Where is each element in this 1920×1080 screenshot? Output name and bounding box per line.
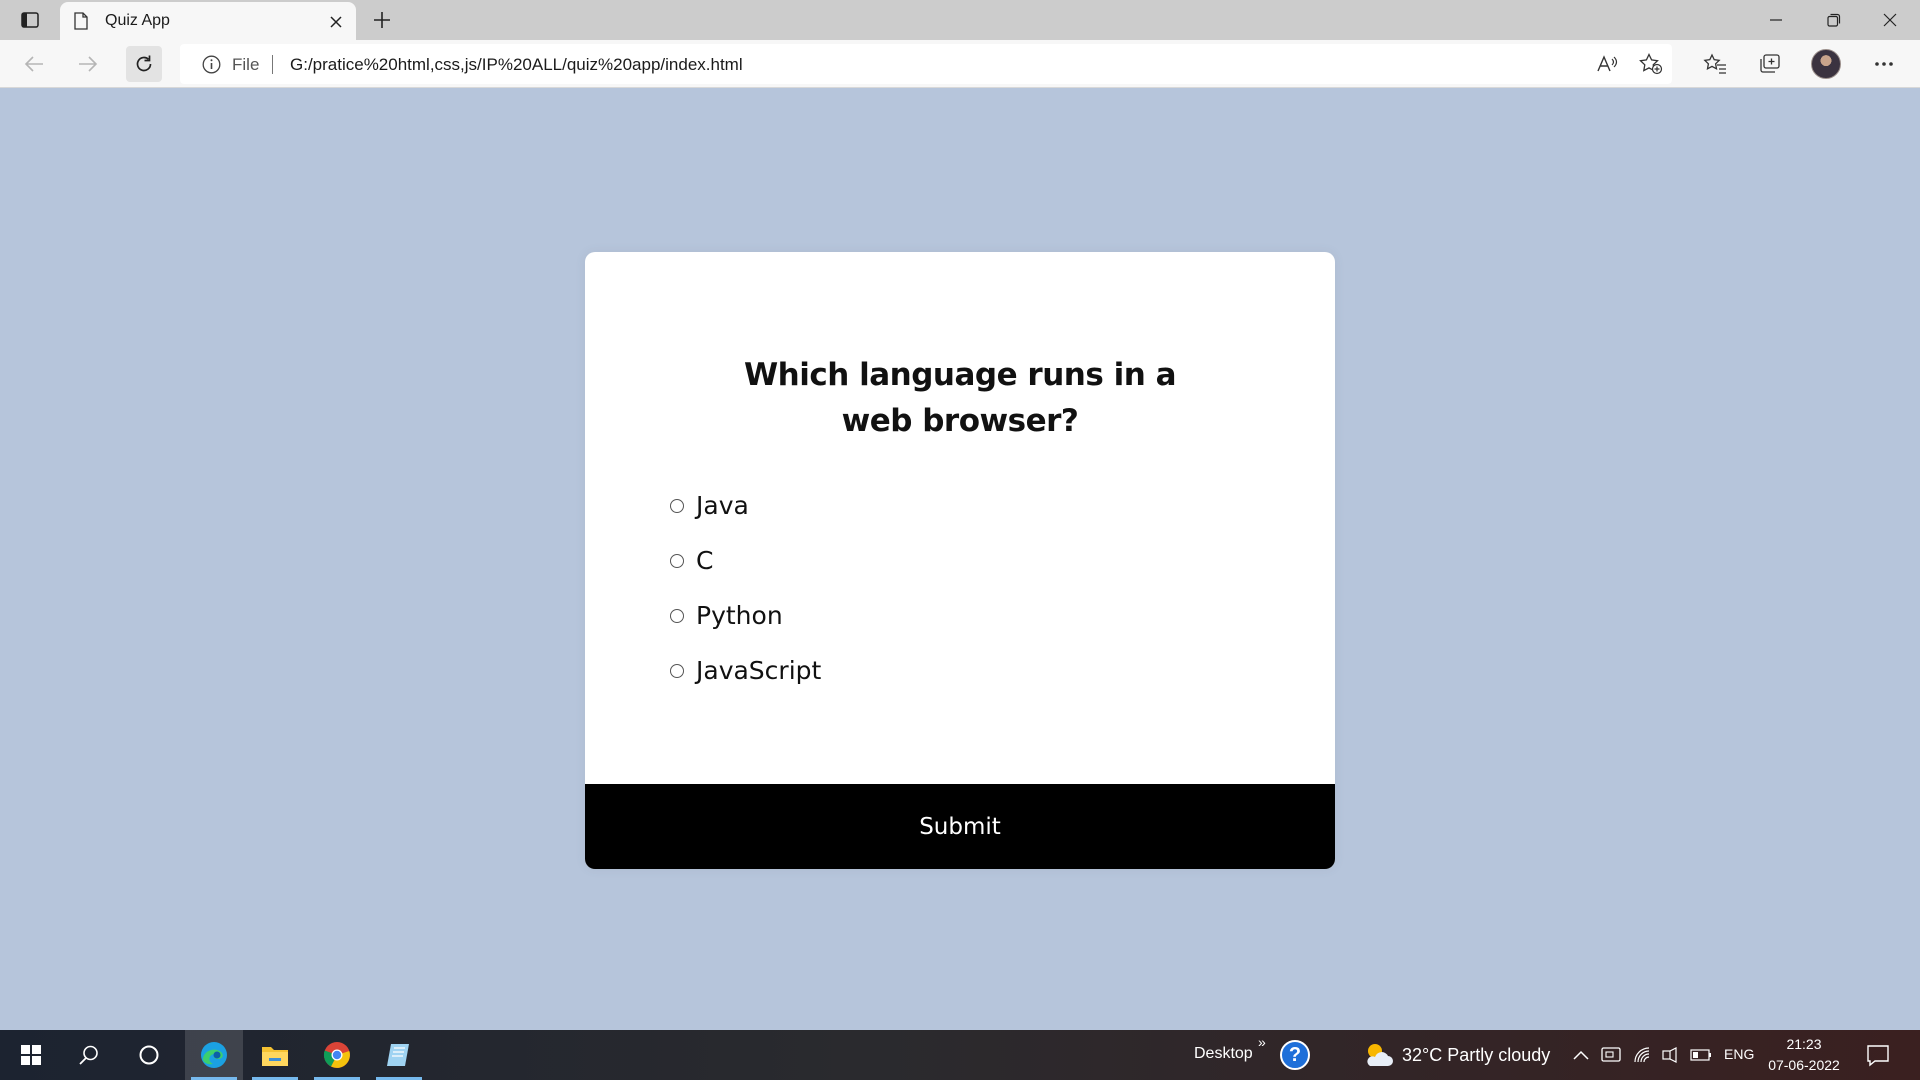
answer-label[interactable]: C bbox=[696, 546, 713, 575]
file-explorer-icon[interactable] bbox=[246, 1030, 304, 1080]
address-divider bbox=[272, 55, 273, 74]
minimize-icon[interactable] bbox=[1748, 0, 1804, 40]
answer-option-java[interactable]: Java bbox=[670, 478, 821, 533]
tab-title: Quiz App bbox=[105, 12, 170, 29]
answer-option-c[interactable]: C bbox=[670, 533, 821, 588]
browser-titlebar: Quiz App bbox=[0, 0, 1920, 40]
quiz-body: Which language runs in a web browser? Ja… bbox=[585, 252, 1335, 784]
answer-label[interactable]: Java bbox=[696, 491, 749, 520]
submit-button[interactable]: Submit bbox=[585, 784, 1335, 869]
weather-text[interactable]: 32°C Partly cloudy bbox=[1402, 1045, 1550, 1066]
cortana-icon[interactable] bbox=[120, 1030, 178, 1080]
answer-label[interactable]: JavaScript bbox=[696, 656, 821, 685]
clock-time[interactable]: 21:23 bbox=[1768, 1036, 1840, 1052]
desktop-toolbar-label[interactable]: Desktop bbox=[1194, 1045, 1253, 1063]
battery-icon[interactable] bbox=[1690, 1044, 1712, 1066]
tab-actions-icon[interactable] bbox=[16, 6, 44, 34]
collections-icon[interactable] bbox=[1752, 46, 1788, 82]
search-icon[interactable] bbox=[60, 1030, 118, 1080]
new-tab-icon[interactable] bbox=[368, 6, 396, 34]
browser-tab-quiz-app[interactable]: Quiz App bbox=[60, 2, 356, 40]
answer-option-python[interactable]: Python bbox=[670, 588, 821, 643]
clock-date[interactable]: 07-06-2022 bbox=[1768, 1057, 1840, 1073]
partly-cloudy-icon[interactable] bbox=[1362, 1042, 1394, 1073]
favorites-icon[interactable] bbox=[1697, 46, 1733, 82]
chevron-right-icon[interactable]: » bbox=[1258, 1034, 1266, 1050]
close-window-icon[interactable] bbox=[1862, 0, 1918, 40]
refresh-icon[interactable] bbox=[126, 46, 162, 82]
page-icon bbox=[74, 12, 88, 35]
chrome-icon[interactable] bbox=[308, 1030, 366, 1080]
quiz-card: Which language runs in a web browser? Ja… bbox=[585, 252, 1335, 869]
language-indicator[interactable]: ENG bbox=[1724, 1046, 1754, 1062]
windows-taskbar: Desktop » ? 32°C Partly cloudy ENG 21:23… bbox=[0, 1030, 1920, 1080]
chevron-up-icon[interactable] bbox=[1570, 1044, 1592, 1066]
question-text: Which language runs in a web browser? bbox=[743, 357, 1177, 439]
scheme-label: File bbox=[232, 55, 260, 74]
close-tab-icon[interactable] bbox=[324, 10, 348, 34]
meet-now-icon[interactable] bbox=[1600, 1044, 1622, 1066]
add-favorite-icon[interactable] bbox=[1636, 50, 1666, 78]
browser-toolbar: File G:/pratice%20html,css,js/IP%20ALL/q… bbox=[0, 40, 1920, 88]
notes-app-icon[interactable] bbox=[370, 1030, 428, 1080]
address-bar[interactable]: File G:/pratice%20html,css,js/IP%20ALL/q… bbox=[180, 44, 1672, 84]
radio-button[interactable] bbox=[670, 608, 684, 623]
wifi-icon[interactable] bbox=[1632, 1044, 1654, 1066]
speaker-icon[interactable] bbox=[1660, 1044, 1682, 1066]
help-icon[interactable]: ? bbox=[1280, 1040, 1310, 1070]
avatar bbox=[1811, 49, 1841, 79]
read-aloud-icon[interactable] bbox=[1592, 50, 1622, 78]
notification-center-icon[interactable] bbox=[1866, 1043, 1890, 1072]
forward-icon[interactable] bbox=[70, 46, 106, 82]
start-icon[interactable] bbox=[2, 1030, 60, 1080]
answer-list: Java C Python JavaScript bbox=[670, 478, 821, 698]
profile-avatar[interactable] bbox=[1808, 46, 1844, 82]
more-options-icon[interactable] bbox=[1866, 46, 1902, 82]
url-text[interactable]: G:/pratice%20html,css,js/IP%20ALL/quiz%2… bbox=[290, 55, 743, 75]
answer-label[interactable]: Python bbox=[696, 601, 783, 630]
restore-icon[interactable] bbox=[1806, 0, 1862, 40]
radio-button[interactable] bbox=[670, 553, 684, 568]
site-info-icon[interactable] bbox=[202, 55, 221, 79]
radio-button[interactable] bbox=[670, 663, 684, 678]
edge-icon[interactable] bbox=[185, 1030, 243, 1080]
back-icon[interactable] bbox=[16, 46, 52, 82]
answer-option-javascript[interactable]: JavaScript bbox=[670, 643, 821, 698]
radio-button[interactable] bbox=[670, 498, 684, 513]
